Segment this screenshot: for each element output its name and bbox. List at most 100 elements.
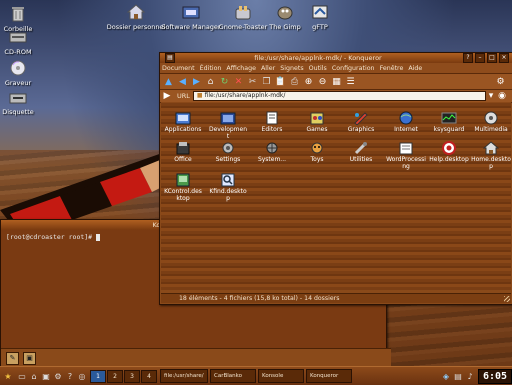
konqueror-window[interactable]: ▤ file:/usr/share/applnk-mdk/ - Konquero… <box>159 52 512 305</box>
menu-document[interactable]: Document <box>162 65 195 72</box>
file-item[interactable]: Graphics <box>341 110 381 133</box>
show-desktop-icon[interactable]: ▭ <box>16 370 28 383</box>
terminal-launcher-icon[interactable]: ▣ <box>40 370 52 383</box>
reload-icon[interactable]: ↻ <box>219 76 230 87</box>
zoom-out-icon[interactable]: ⊖ <box>317 76 328 87</box>
pager-desktop-4[interactable]: 4 <box>141 369 157 383</box>
file-item[interactable]: Internet <box>386 110 426 133</box>
file-item[interactable]: Utilities <box>341 140 381 163</box>
icon-view-icon[interactable]: ▦ <box>331 76 342 87</box>
file-item-name: Internet <box>394 126 418 133</box>
toys-icon <box>308 140 326 156</box>
task-button[interactable]: Konqueror <box>306 369 352 383</box>
file-item[interactable]: Multimedia <box>471 110 511 133</box>
file-item[interactable]: Development <box>208 110 248 140</box>
folder-icon: ■ <box>196 92 203 99</box>
url-input[interactable]: ■ file:/usr/share/applnk-mdk/ <box>192 91 486 101</box>
menu-aide[interactable]: Aide <box>408 65 422 72</box>
go-icon[interactable]: ◉ <box>498 91 506 102</box>
task-button[interactable]: CarBlanko <box>210 369 256 383</box>
resize-grip-icon[interactable] <box>504 296 510 302</box>
desktop-icon-software-manager[interactable]: Software Manager <box>161 2 221 31</box>
office-icon <box>174 140 192 156</box>
desktop-icon-burner[interactable]: Graveur <box>0 58 48 87</box>
clear-location-icon[interactable]: ▶ <box>163 91 171 102</box>
file-item[interactable]: ksysguard <box>429 110 469 133</box>
help-button[interactable]: ? <box>463 53 473 63</box>
desktop-icon-floppy[interactable]: Disquette <box>0 87 48 116</box>
browser-launcher-icon[interactable]: ◎ <box>76 370 88 383</box>
kde-gear-icon[interactable]: ⚙ <box>495 76 506 87</box>
paste-icon[interactable]: 📋 <box>275 76 286 87</box>
zoom-in-icon[interactable]: ⊕ <box>303 76 314 87</box>
file-item-name: System... <box>257 156 287 163</box>
file-item[interactable]: Editors <box>252 110 292 133</box>
file-item[interactable]: KControl.desktop <box>163 172 203 202</box>
window-menu-icon[interactable]: ▤ <box>165 53 175 63</box>
menu-aller[interactable]: Aller <box>261 65 275 72</box>
desktop-icon-cdrom[interactable]: CD-ROM <box>0 27 48 56</box>
stop-icon[interactable]: ✕ <box>233 76 244 87</box>
tray-network-icon[interactable]: ◈ <box>440 370 452 383</box>
tray-mixer-icon[interactable]: ♪ <box>464 370 476 383</box>
copy-icon[interactable]: ❐ <box>261 76 272 87</box>
task-button[interactable]: file:/usr/share/ <box>160 369 208 383</box>
new-session-button[interactable]: ✎ <box>6 351 19 365</box>
taskbar: ★ ▭ ⌂ ▣ ⚙ ? ◎ 1 2 3 4 file:/usr/share/ C… <box>0 366 512 385</box>
file-icon-view[interactable]: Applications Development Editors Games G… <box>161 102 511 290</box>
desktop-icon-label: gFTP <box>312 23 328 31</box>
file-item[interactable]: Home.desktop <box>471 140 511 170</box>
print-icon[interactable]: ⎙ <box>289 76 300 87</box>
menu-outils[interactable]: Outils <box>309 65 327 72</box>
menu-fenetre[interactable]: Fenêtre <box>380 65 404 72</box>
kcontrol-icon <box>174 172 192 188</box>
file-item[interactable]: Toys <box>297 140 337 163</box>
file-item-name: Kfind.desktop <box>209 188 247 202</box>
help-launcher-icon[interactable]: ? <box>64 370 76 383</box>
dropdown-arrow-icon[interactable]: ▾ <box>487 91 495 102</box>
task-label: file:/usr/share/ <box>164 373 204 379</box>
file-item[interactable]: Applications <box>163 110 203 133</box>
graphics-icon <box>352 110 370 126</box>
task-button[interactable]: Konsole <box>258 369 304 383</box>
file-item-name: Home.desktop <box>471 156 511 170</box>
url-label: URL <box>177 92 190 100</box>
list-view-icon[interactable]: ☰ <box>345 76 356 87</box>
file-item[interactable]: Settings <box>208 140 248 163</box>
file-item[interactable]: System... <box>252 140 292 163</box>
minimize-button[interactable]: – <box>475 53 485 63</box>
menu-signets[interactable]: Signets <box>280 65 303 72</box>
maximize-button[interactable]: □ <box>487 53 497 63</box>
home-icon <box>482 140 500 156</box>
up-arrow-icon[interactable]: ▲ <box>163 76 174 87</box>
clock[interactable]: 6:05 <box>478 368 512 384</box>
menu-configuration[interactable]: Configuration <box>332 65 375 72</box>
back-arrow-icon[interactable]: ◀ <box>177 76 188 87</box>
pager-desktop-2[interactable]: 2 <box>107 369 123 383</box>
menu-edition[interactable]: Édition <box>200 65 222 72</box>
desktop-icon-home-folder[interactable]: Dossier personnel <box>106 2 166 31</box>
kde-menu-icon[interactable]: ★ <box>0 370 16 383</box>
file-item[interactable]: Kfind.desktop <box>208 172 248 202</box>
forward-arrow-icon[interactable]: ▶ <box>191 76 202 87</box>
desktop-icon-gftp[interactable]: gFTP <box>290 2 350 31</box>
file-item[interactable]: Office <box>163 140 203 163</box>
tray-klipper-icon[interactable]: ▤ <box>452 370 464 383</box>
file-item[interactable]: Help.desktop <box>429 140 469 163</box>
menu-affichage[interactable]: Affichage <box>226 65 256 72</box>
cut-icon[interactable]: ✂ <box>247 76 258 87</box>
konqueror-titlebar[interactable]: ▤ file:/usr/share/applnk-mdk/ - Konquero… <box>160 53 512 63</box>
settings-launcher-icon[interactable]: ⚙ <box>52 370 64 383</box>
session-button[interactable]: ▣ <box>23 351 36 365</box>
file-item[interactable]: WordProcessing <box>386 140 426 170</box>
file-item-name: WordProcessing <box>386 156 426 170</box>
pager-desktop-1[interactable]: 1 <box>90 369 106 383</box>
home-launcher-icon[interactable]: ⌂ <box>28 370 40 383</box>
settings-icon <box>219 140 237 156</box>
file-item[interactable]: Games <box>297 110 337 133</box>
trash-icon <box>7 4 29 24</box>
pager-desktop-3[interactable]: 3 <box>124 369 140 383</box>
multimedia-icon <box>482 110 500 126</box>
home-icon[interactable]: ⌂ <box>205 76 216 87</box>
close-button[interactable]: × <box>499 53 509 63</box>
